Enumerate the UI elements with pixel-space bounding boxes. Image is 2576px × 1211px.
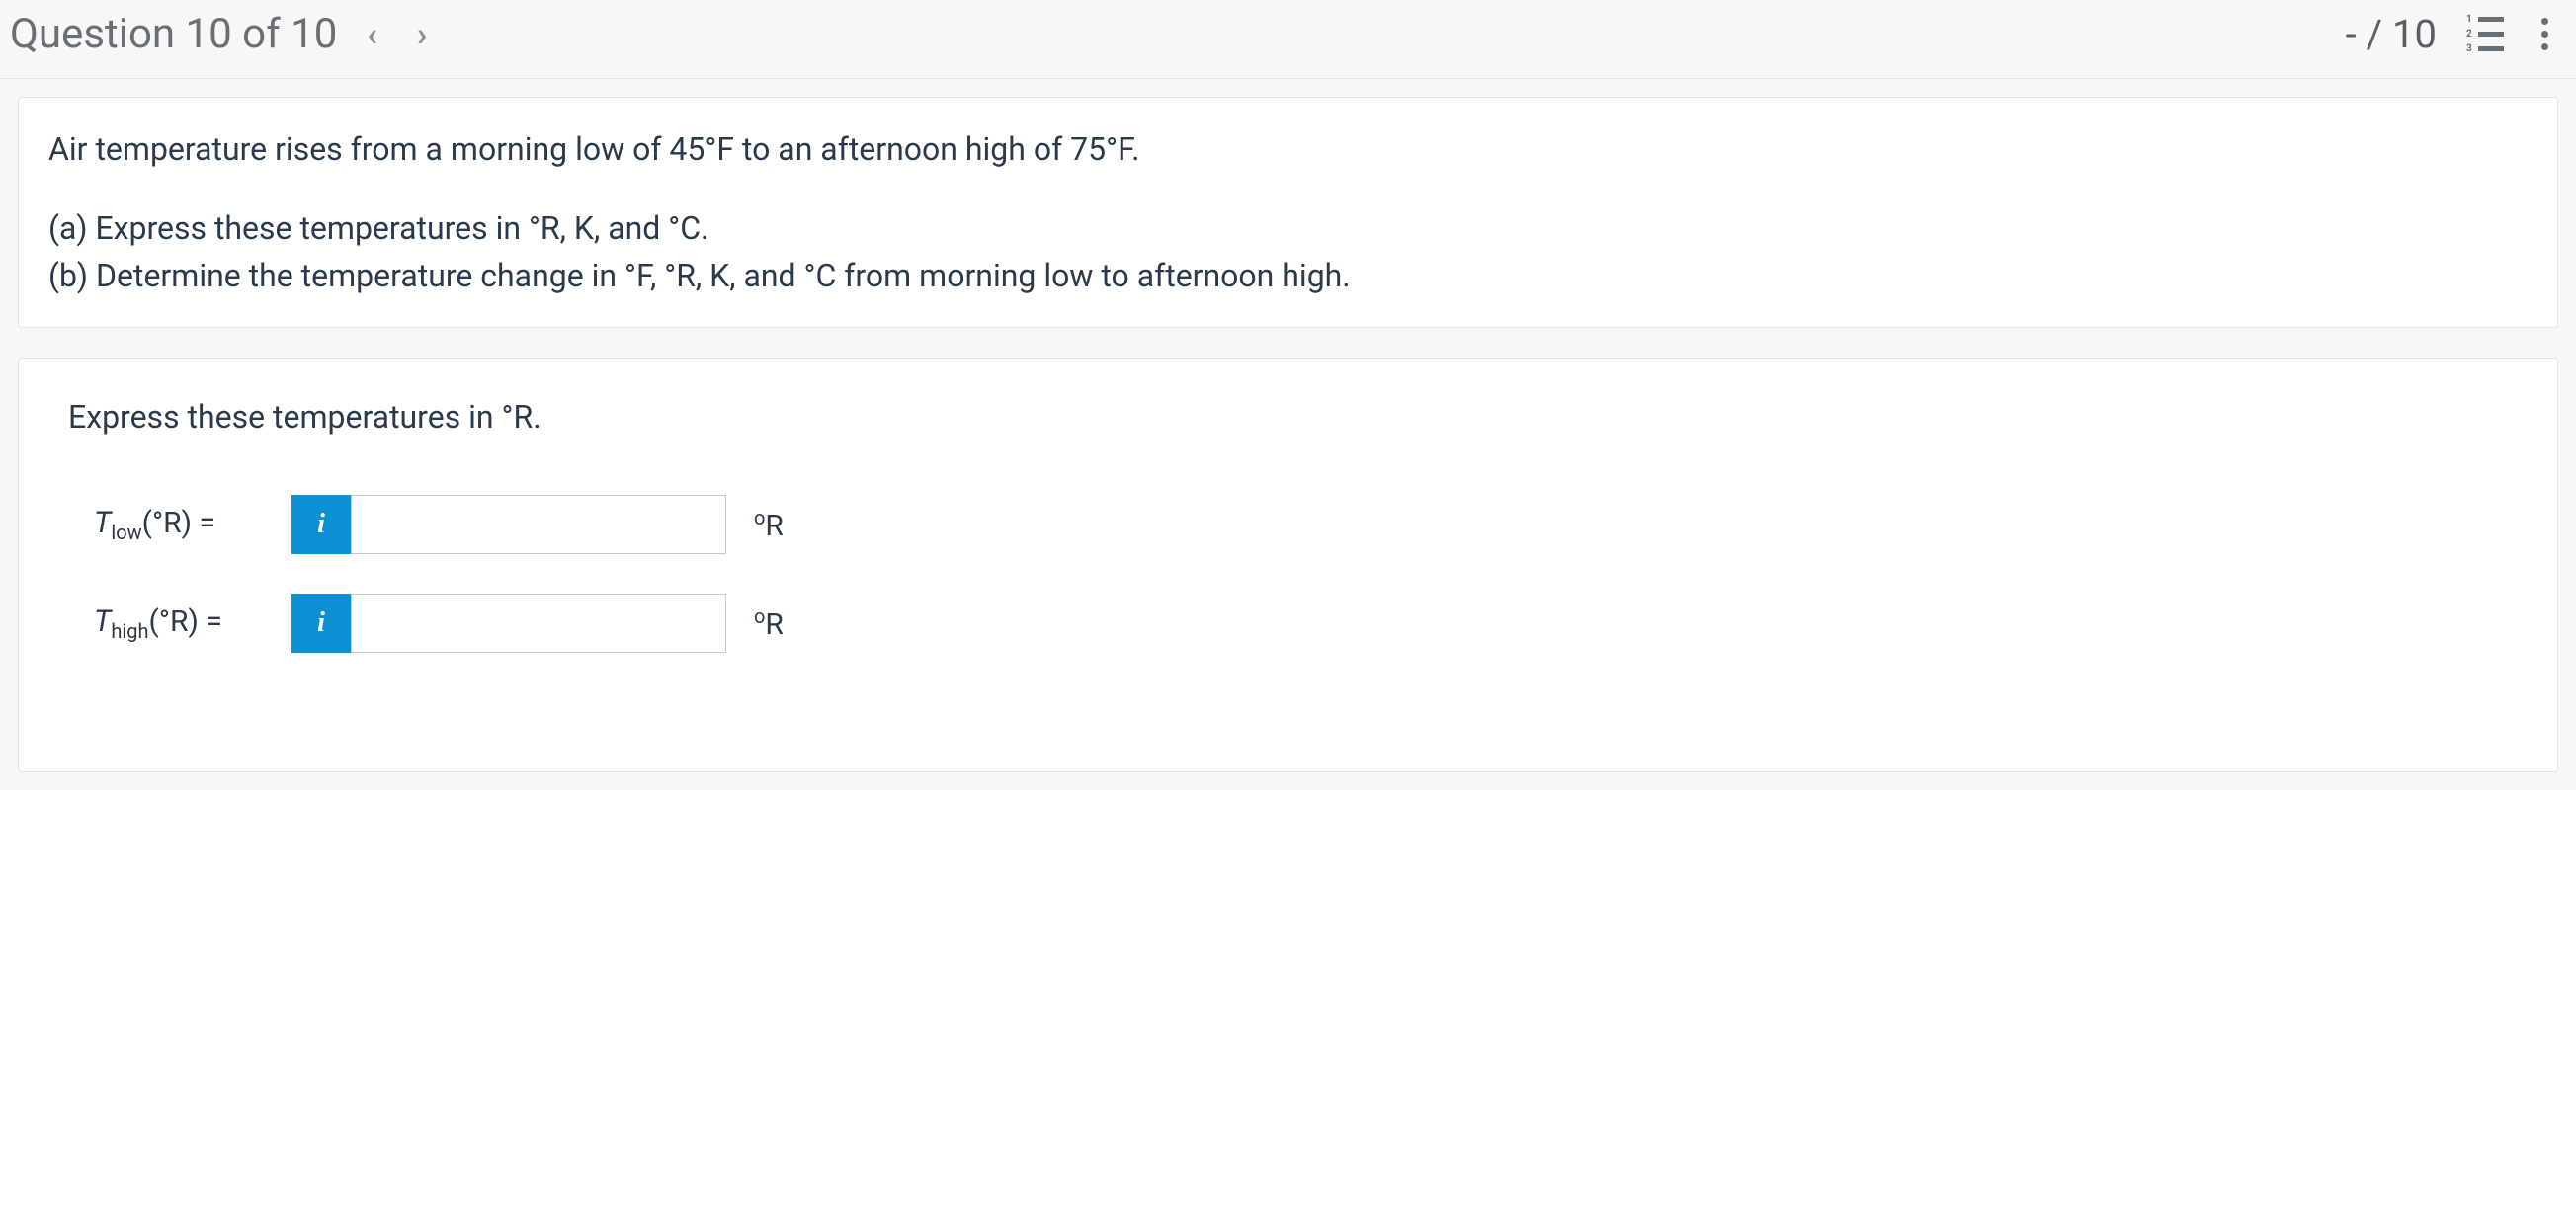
prev-question-button[interactable]: ‹ (367, 15, 377, 54)
problem-panel: Air temperature rises from a morning low… (18, 97, 2558, 328)
unit-label-thigh: oR (754, 605, 784, 642)
info-button-tlow[interactable]: i (291, 495, 351, 554)
answer-panel: Express these temperatures in °R. Tlow(°… (18, 358, 2558, 772)
answer-label-tlow: Tlow(°R) = (94, 506, 291, 544)
question-list-icon[interactable]: 1 2 3 (2466, 14, 2504, 54)
answer-label-thigh: Thigh(°R) = (94, 605, 291, 643)
part-instruction: Express these temperatures in °R. (68, 398, 2508, 436)
more-options-icon[interactable] (2534, 18, 2556, 50)
next-question-button[interactable]: › (417, 15, 427, 54)
problem-part-b: (b) Determine the temperature change in … (48, 257, 1351, 294)
question-title: Question 10 of 10 (10, 10, 337, 58)
problem-text: Air temperature rises from a morning low… (48, 125, 2528, 299)
info-button-thigh[interactable]: i (291, 594, 351, 653)
answer-row-tlow: Tlow(°R) = i oR (94, 495, 2508, 554)
problem-intro: Air temperature rises from a morning low… (48, 125, 2528, 173)
question-header: Question 10 of 10 ‹ › - / 10 1 2 3 (0, 0, 2576, 79)
answer-row-thigh: Thigh(°R) = i oR (94, 594, 2508, 653)
problem-part-a: (a) Express these temperatures in °R, K,… (48, 209, 708, 247)
score-display: - / 10 (2346, 11, 2437, 57)
unit-label-tlow: oR (754, 506, 784, 543)
nav-arrows: ‹ › (367, 15, 427, 54)
answer-input-tlow[interactable] (351, 495, 726, 554)
content-area: Air temperature rises from a morning low… (0, 79, 2576, 790)
answer-input-thigh[interactable] (351, 594, 726, 653)
problem-parts: (a) Express these temperatures in °R, K,… (48, 204, 2528, 299)
header-right: - / 10 1 2 3 (2346, 11, 2556, 57)
